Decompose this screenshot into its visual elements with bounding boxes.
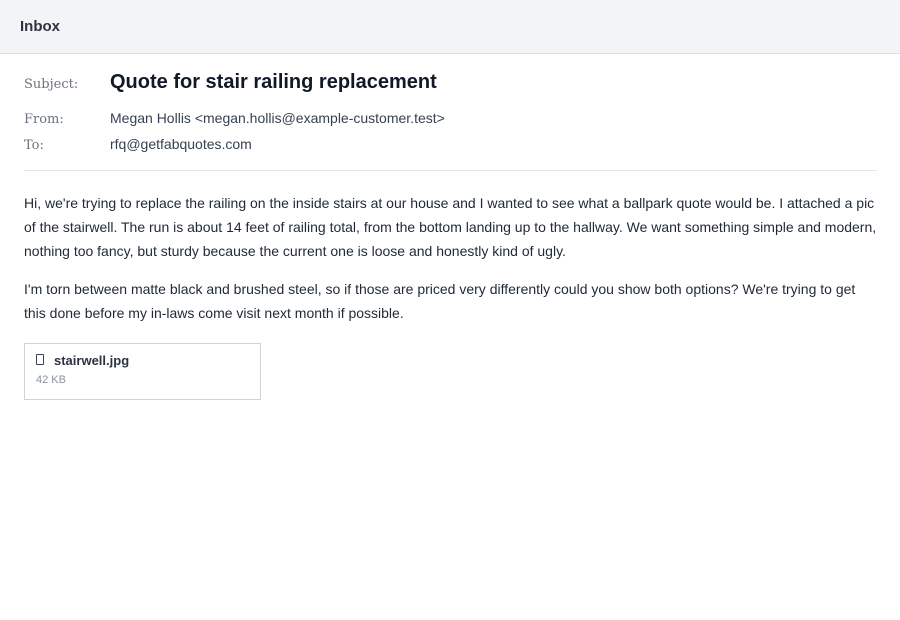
body-paragraph: I'm torn between matte black and brushed… — [24, 281, 856, 321]
message-body: Hi, we're trying to replace the railing … — [24, 171, 877, 400]
from-label: From: — [24, 112, 64, 127]
attachment-header: stairwell.jpg — [36, 353, 249, 368]
sender-address: Megan Hollis <megan.hollis@example-custo… — [110, 110, 445, 126]
attachment-size: 42 KB — [36, 374, 66, 386]
attachment-card[interactable]: stairwell.jpg 42 KB — [24, 343, 261, 400]
from-row: From: Megan Hollis <megan.hollis@example… — [24, 110, 877, 128]
subject-text: Quote for stair railing replacement — [110, 71, 437, 93]
attachment-name: stairwell.jpg — [54, 353, 130, 368]
subject-row: Subject: Quote for stair railing replace… — [24, 71, 877, 101]
top-bar: Inbox — [0, 0, 900, 54]
recipient-address: rfq@getfabquotes.com — [110, 136, 252, 152]
file-icon — [36, 354, 44, 365]
message-view: Subject: Quote for stair railing replace… — [0, 54, 900, 400]
message-header: Subject: Quote for stair railing replace… — [24, 54, 877, 171]
inbox-title[interactable]: Inbox — [20, 18, 60, 35]
subject-label: Subject: — [24, 77, 79, 92]
body-paragraph: Hi, we're trying to replace the railing … — [24, 195, 877, 259]
to-row: To: rfq@getfabquotes.com — [24, 136, 877, 154]
to-label: To: — [24, 138, 44, 153]
